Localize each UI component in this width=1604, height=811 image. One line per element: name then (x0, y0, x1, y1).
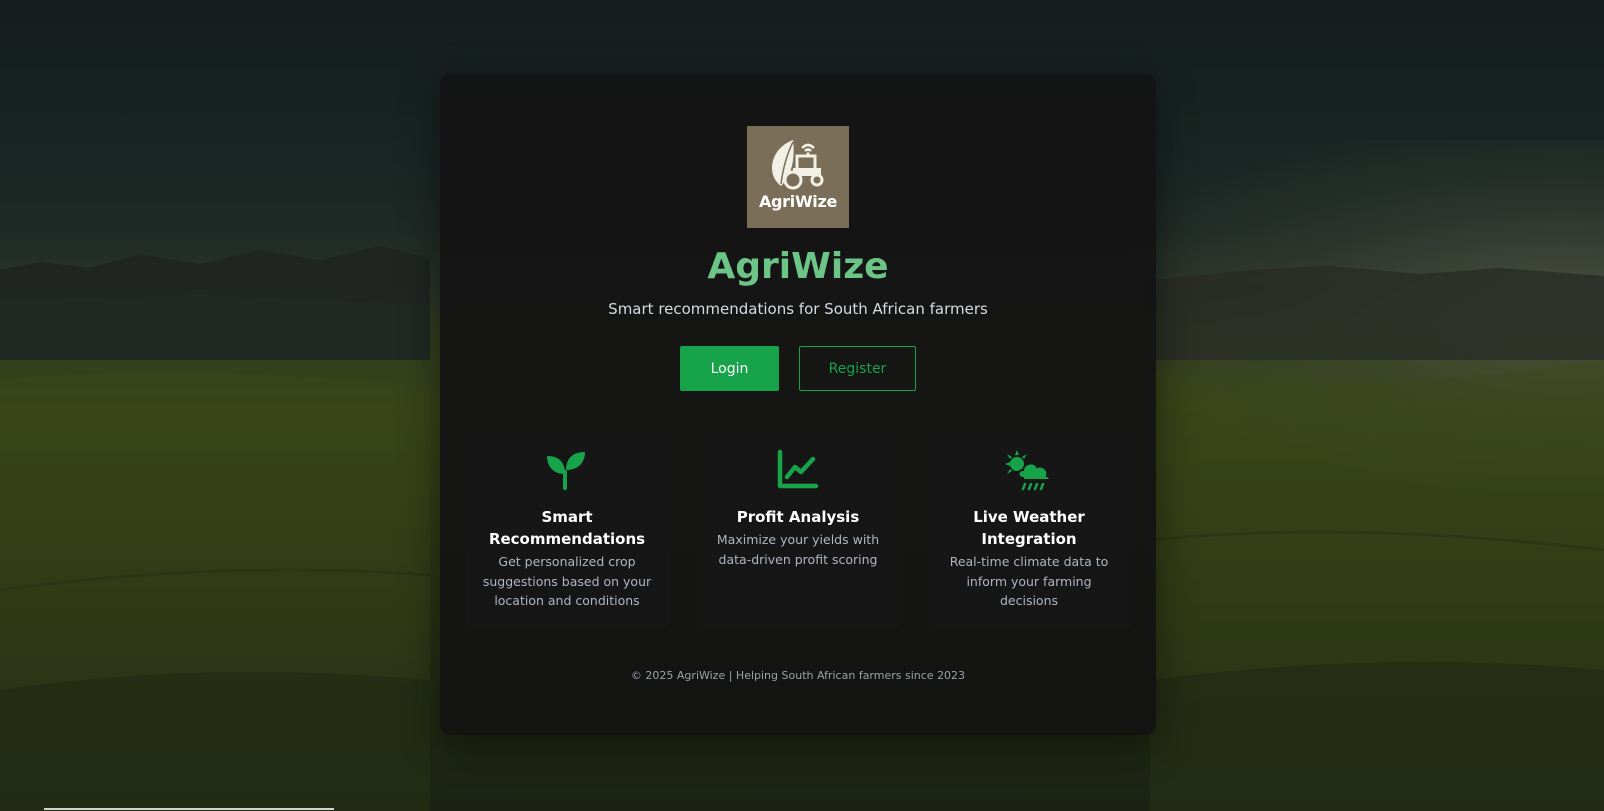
tractor-leaf-logo-icon (771, 140, 824, 190)
feature-description: Get personalized crop suggestions based … (482, 554, 652, 608)
feature-description: Real-time climate data to inform your fa… (949, 554, 1109, 608)
feature-card-smart-recommendations: Smart Recommendations Get personalized c… (465, 430, 669, 630)
feature-title: Smart Recommendations (488, 508, 646, 548)
feature-card-live-weather: Live Weather Integration Real-time clima… (927, 430, 1131, 630)
feature-card-profit-analysis: Profit Analysis Maximize your yields wit… (696, 430, 900, 630)
cloud-sun-rain-icon (1005, 450, 1051, 491)
welcome-card: AgriWize AgriWize Smart recommendations … (440, 74, 1156, 735)
horizontal-scrollbar[interactable] (44, 808, 334, 810)
login-button[interactable]: Login (680, 346, 779, 391)
footer-copyright: © 2025 AgriWize | Helping South African … (630, 669, 966, 682)
register-button[interactable]: Register (799, 346, 916, 391)
tagline: Smart recommendations for South African … (608, 300, 988, 318)
features-grid: Smart Recommendations Get personalized c… (465, 430, 1131, 630)
chart-line-icon (777, 449, 819, 489)
seedling-icon (547, 452, 585, 490)
app-title: AgriWize (707, 246, 889, 287)
feature-description: Maximize your yields with data-driven pr… (716, 532, 880, 567)
feature-title: Live Weather Integration (973, 508, 1085, 548)
app-logo: AgriWize (747, 126, 849, 228)
logo-text: AgriWize (758, 192, 838, 211)
feature-title: Profit Analysis (736, 508, 860, 526)
